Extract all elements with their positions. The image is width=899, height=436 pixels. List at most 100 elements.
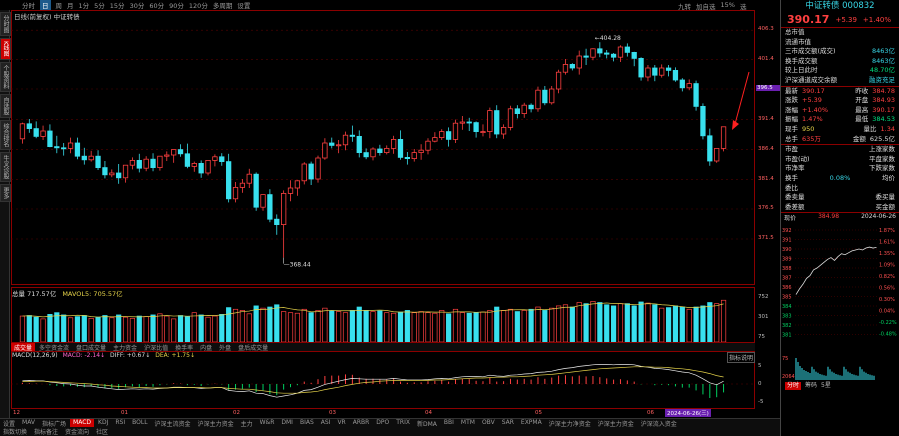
period-tab[interactable]: 日: [40, 0, 51, 10]
indicator-tab[interactable]: 设置: [0, 419, 18, 428]
indicator-tab[interactable]: 沪深主力资金: [595, 419, 637, 428]
bottom-tab[interactable]: 社区: [93, 427, 111, 436]
date-highlight: 2024-06-26(三): [665, 409, 711, 417]
volume-tab[interactable]: 主力资金: [110, 343, 140, 352]
indicator-tab[interactable]: TRIX: [393, 419, 413, 427]
indicator-tab[interactable]: 沪深流入资金: [638, 419, 680, 428]
left-tab[interactable]: K线图: [0, 38, 11, 60]
left-tab[interactable]: 更多: [0, 183, 11, 202]
indicator-tab[interactable]: DPO: [373, 419, 392, 427]
volume-tab[interactable]: 盘后成交量: [235, 343, 271, 352]
period-tab[interactable]: 分时: [22, 0, 35, 10]
indicator-tab[interactable]: MAV: [19, 419, 38, 427]
kline-chart: ←404.28 —368.44: [11, 29, 755, 269]
volume-tab[interactable]: 成交量: [11, 343, 36, 352]
candle-body: [672, 70, 679, 81]
period-tab[interactable]: 15分: [110, 0, 125, 10]
volume-tab[interactable]: 内盘: [197, 343, 215, 352]
market-stat-row: 换手成交额 8463亿: [781, 57, 899, 67]
left-tab[interactable]: 自选股: [0, 93, 11, 118]
left-tab[interactable]: 牛叉诊股: [0, 151, 11, 182]
indicator-tab[interactable]: OBV: [479, 419, 498, 427]
indicator-tab[interactable]: BIAS: [297, 419, 317, 427]
candle-body: [624, 46, 630, 53]
volume-tab[interactable]: 沪深比值: [141, 343, 171, 352]
period-tab[interactable]: 设置: [237, 0, 250, 10]
indicator-tab[interactable]: DMI: [278, 419, 296, 427]
quote-bottom-tab[interactable]: 5星: [821, 382, 831, 390]
volume-tab[interactable]: 多空资金流: [36, 343, 72, 352]
volume-bar: [260, 307, 266, 342]
price-tick: 381.4: [758, 175, 774, 182]
volume-bar: [287, 312, 294, 342]
quote-price-row: 390.17 +5.39 +1.40%: [781, 12, 899, 27]
left-tab[interactable]: 分时图: [0, 12, 11, 36]
period-tab[interactable]: 多周期: [213, 0, 233, 10]
volume-bar: [514, 311, 520, 342]
left-tab[interactable]: 个股资料: [0, 61, 11, 92]
indicator-tab[interactable]: ARBR: [350, 419, 373, 427]
candle-body: [335, 144, 342, 147]
bottom-tab[interactable]: 指数切换: [0, 427, 30, 436]
extra-stat-row: 市盈 上涨家数: [781, 145, 899, 155]
period-tab[interactable]: 月: [67, 0, 74, 10]
candle-body: [136, 159, 142, 169]
volume-tab[interactable]: 换手率: [172, 343, 196, 352]
volume-bar: [707, 302, 713, 342]
volume-bar: [205, 316, 211, 342]
current-price: 390.17: [787, 13, 830, 26]
volume-bar: [336, 311, 342, 342]
indicator-tab[interactable]: MACD: [70, 419, 95, 427]
stat-text: 市盈: [785, 145, 798, 154]
indicator-tab[interactable]: KDJ: [95, 419, 111, 427]
bottom-tab[interactable]: 资金流向: [62, 427, 92, 436]
indicator-tab[interactable]: RSI: [112, 419, 128, 427]
indicator-tab[interactable]: W&R: [257, 419, 278, 427]
indicator-tab[interactable]: MTM: [458, 419, 478, 427]
indicator-tab[interactable]: BOLL: [129, 419, 150, 427]
indicator-tab[interactable]: BBI: [441, 419, 457, 427]
period-tab[interactable]: 1分: [79, 0, 90, 10]
indicator-tab[interactable]: 指标广场: [39, 419, 69, 428]
intraday-price-tick: 392: [782, 228, 792, 234]
candle-body: [377, 148, 383, 153]
indicator-tab[interactable]: VR: [334, 419, 348, 427]
price-pct: +1.40%: [862, 15, 892, 24]
candle-body: [500, 127, 507, 135]
indicator-tab[interactable]: 沪深主力资金: [195, 419, 237, 428]
indicator-tab[interactable]: ASI: [318, 419, 334, 427]
period-tab[interactable]: 30分: [130, 0, 145, 10]
date-tick: 01: [121, 410, 128, 416]
indicator-tab[interactable]: EXPMA: [518, 419, 545, 427]
candle-body: [583, 55, 589, 58]
volume-bar: [377, 310, 383, 342]
quote-bottom-tab[interactable]: 筹码: [805, 382, 817, 390]
date-tick: 12: [13, 410, 20, 416]
left-tab[interactable]: 综合排名: [0, 119, 11, 150]
volume-bar: [528, 308, 534, 342]
volume-bar: [391, 312, 397, 342]
stat-text: 平盘家数: [869, 154, 895, 163]
date-tick: 05: [535, 410, 542, 416]
volume-bar: [274, 304, 280, 342]
indicator-tab[interactable]: SAR: [499, 419, 517, 427]
indicator-tab[interactable]: 主力: [238, 419, 256, 428]
volume-bar: [446, 313, 452, 342]
volume-tab[interactable]: 盘口成交量: [73, 343, 109, 352]
volume-tab[interactable]: 外盘: [216, 343, 234, 352]
indicator-tab[interactable]: 沪深主流资金: [152, 419, 194, 428]
period-tab[interactable]: 5分: [94, 0, 105, 10]
period-tab[interactable]: 60分: [149, 0, 164, 10]
candle-body: [315, 157, 321, 180]
period-tab[interactable]: 120分: [189, 0, 208, 10]
period-tab[interactable]: 90分: [169, 0, 184, 10]
quote-bottom-tab[interactable]: 分时: [785, 382, 802, 391]
volume-tabs: 成交量 多空资金流 盘口成交量 主力资金 沪深比值 换手率 内盘 外盘 盘后成交量: [11, 343, 755, 352]
indicator-tab[interactable]: 沪深主力净资金: [546, 419, 594, 428]
bottom-tab[interactable]: 指标备注: [31, 427, 61, 436]
period-tab[interactable]: 周: [56, 0, 63, 10]
stat-text: 市净率: [785, 164, 805, 173]
indicator-tab[interactable]: 新DMA: [414, 419, 440, 428]
candle-body: [363, 152, 369, 158]
price-stat-row: 涨幅 +1.40% 最高 390.17: [781, 106, 899, 116]
